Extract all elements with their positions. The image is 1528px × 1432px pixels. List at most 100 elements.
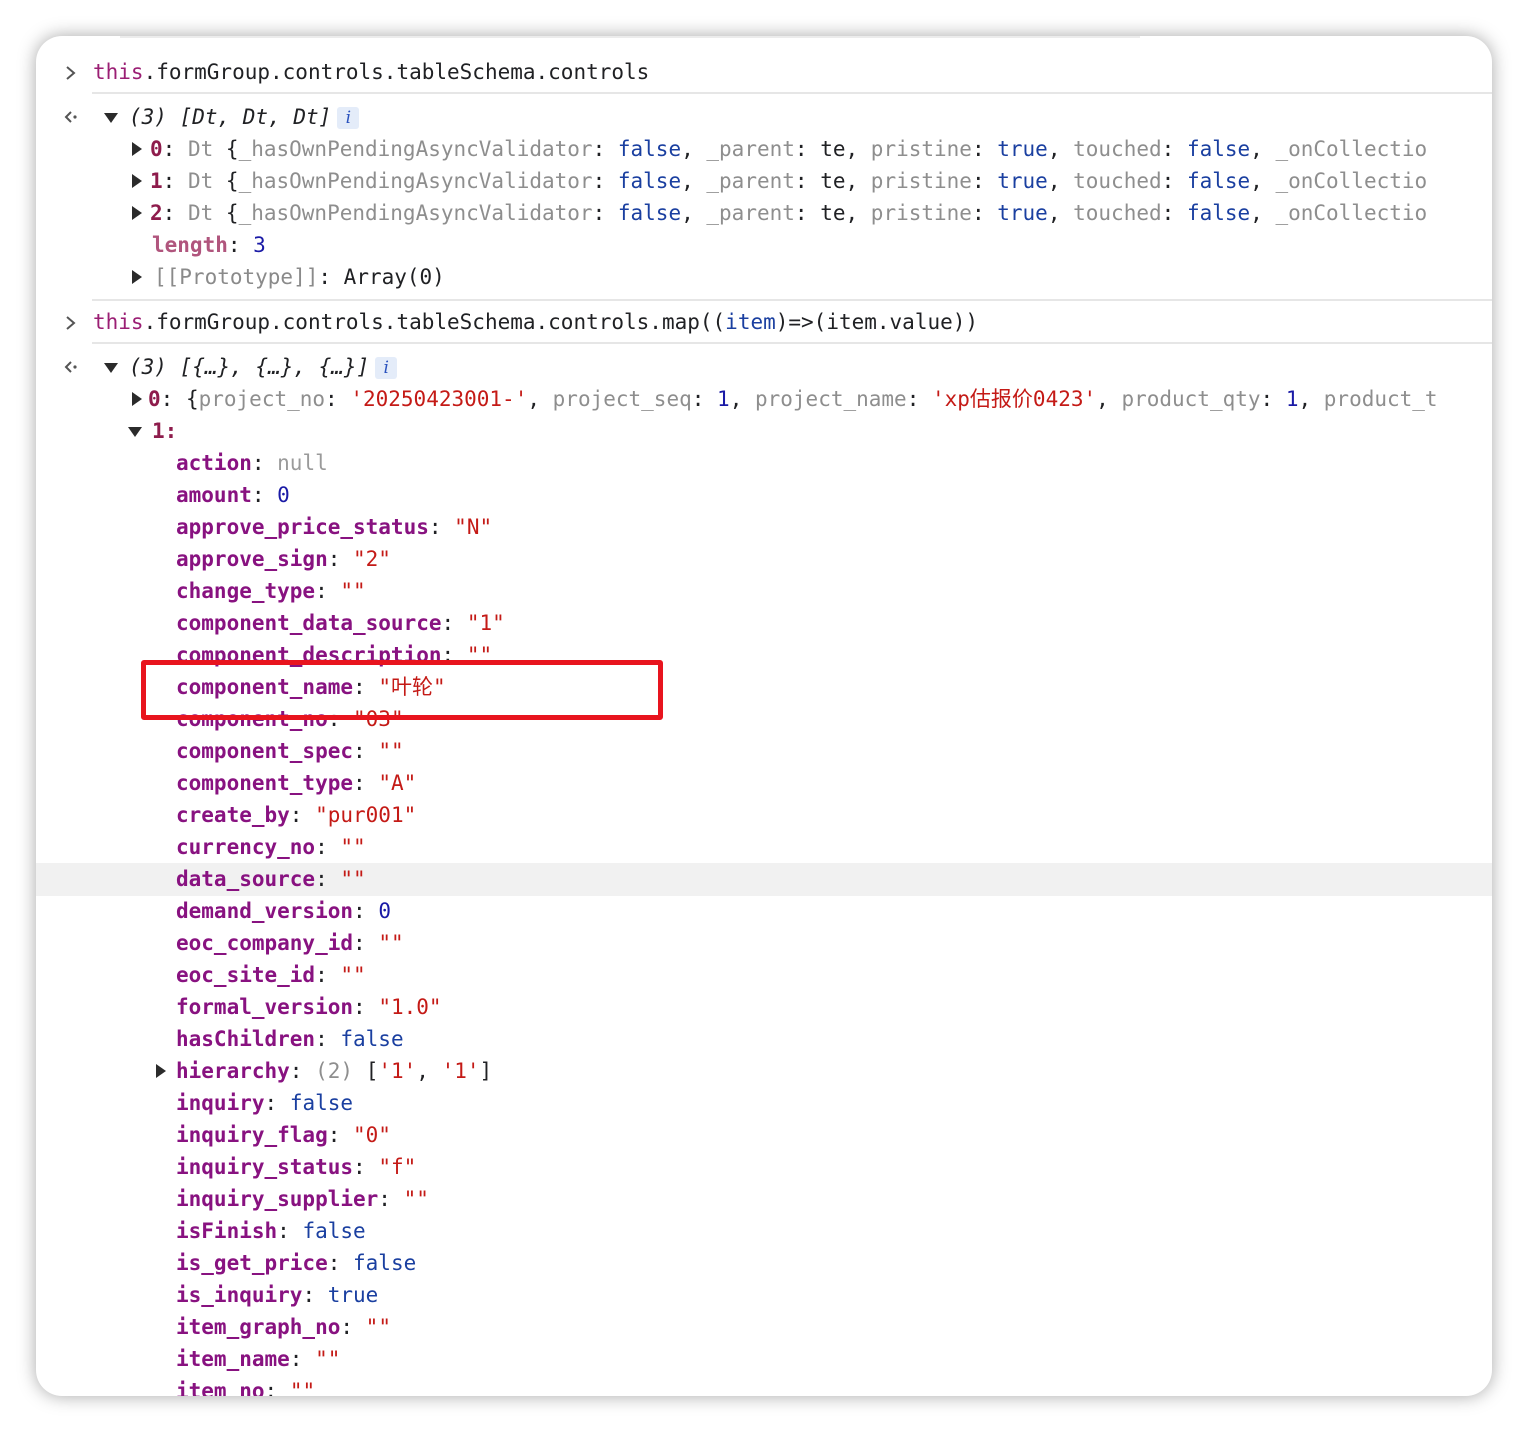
result-1-row-1[interactable]: 1: Dt {_hasOwnPendingAsyncValidator: fal… [36, 165, 1492, 197]
prop-value: te [820, 169, 846, 193]
prompt-chevron-icon [66, 316, 76, 330]
property-row-demand-version[interactable]: demand_version: 0 [36, 895, 1492, 927]
property-key: amount [176, 483, 252, 507]
property-row-eoc-site-id[interactable]: eoc_site_id: "" [36, 959, 1492, 991]
property-row-hierarchy[interactable]: hierarchy: (2) ['1', '1'] [36, 1055, 1492, 1087]
expand-triangle-icon[interactable] [132, 174, 142, 188]
separator [92, 342, 1492, 344]
separator [92, 299, 1492, 301]
property-value: "f" [378, 1155, 417, 1179]
console-input-line-2[interactable]: this.formGroup.controls.tableSchema.cont… [36, 306, 1492, 338]
prop-key: touched [1073, 137, 1162, 161]
prop-key: _parent [706, 169, 795, 193]
prop-key: project_name [754, 387, 907, 411]
property-value: "N" [454, 515, 493, 539]
property-value: "" [340, 963, 366, 987]
prop-value: 1 [1285, 387, 1299, 411]
brace: { [225, 169, 239, 193]
prop-key: pristine [870, 201, 972, 225]
property-value: "" [378, 739, 404, 763]
result-2-summary[interactable]: (3) [{…}, {…}, {…}] i [36, 351, 1492, 383]
property-key: is_get_price [176, 1251, 328, 1275]
property-row-inquiry-flag[interactable]: inquiry_flag: "0" [36, 1119, 1492, 1151]
property-key: item_no [176, 1379, 265, 1396]
row-index: 1 [152, 419, 165, 443]
property-value: "0" [353, 1123, 391, 1147]
property-row-inquiry-supplier[interactable]: inquiry_supplier: "" [36, 1183, 1492, 1215]
property-row-item-graph-no[interactable]: item_graph_no: "" [36, 1311, 1492, 1343]
separator [92, 92, 1492, 94]
property-row-isFinish[interactable]: isFinish: false [36, 1215, 1492, 1247]
expand-triangle-icon[interactable] [156, 1064, 166, 1078]
property-row-eoc-company-id[interactable]: eoc_company_id: "" [36, 927, 1492, 959]
collapse-triangle-icon[interactable] [104, 363, 118, 373]
result-1-summary[interactable]: (3) [Dt, Dt, Dt] i [36, 101, 1492, 133]
prop-value: false [1186, 201, 1251, 225]
property-row-component-data-source[interactable]: component_data_source: "1" [36, 607, 1492, 639]
property-row-is-inquiry[interactable]: is_inquiry: true [36, 1279, 1492, 1311]
property-row-amount[interactable]: amount: 0 [36, 479, 1492, 511]
prop-key: _parent [706, 201, 795, 225]
property-row-inquiry-status[interactable]: inquiry_status: "f" [36, 1151, 1492, 1183]
property-row-data-source[interactable]: data_source: "" [36, 863, 1492, 895]
prop-key: touched [1073, 201, 1162, 225]
expand-triangle-icon[interactable] [132, 270, 142, 284]
property-row-component-spec[interactable]: component_spec: "" [36, 735, 1492, 767]
property-row-action[interactable]: action: null [36, 447, 1492, 479]
expand-triangle-icon[interactable] [132, 142, 142, 156]
property-key: component_spec [176, 739, 354, 763]
property-key: inquiry_supplier [176, 1187, 379, 1211]
brace: { [225, 137, 239, 161]
property-value: false [340, 1027, 404, 1051]
property-value: "1" [466, 611, 505, 635]
length-key: length [152, 233, 228, 257]
property-key: inquiry_status [176, 1155, 354, 1179]
property-row-approve-price-status[interactable]: approve_price_status: "N" [36, 511, 1492, 543]
property-key: component_data_source [176, 611, 442, 635]
array-summary: (3) [Dt, Dt, Dt] [129, 105, 332, 129]
expand-triangle-icon[interactable] [132, 392, 142, 406]
property-key: hierarchy [176, 1059, 290, 1083]
property-value: false [289, 1091, 354, 1115]
expand-triangle-icon[interactable] [132, 206, 142, 220]
info-icon[interactable]: i [337, 107, 360, 129]
property-row-is-get-price[interactable]: is_get_price: false [36, 1247, 1492, 1279]
property-value: 0 [277, 483, 290, 507]
property-value: ['1', '1'] [365, 1059, 493, 1083]
property-value: "" [365, 1315, 391, 1339]
property-row-item-name[interactable]: item_name: "" [36, 1343, 1492, 1375]
property-row-approve-sign[interactable]: approve_sign: "2" [36, 543, 1492, 575]
prop-value: 'xp估报价0423' [932, 387, 1097, 411]
result-1-prototype[interactable]: [[Prototype]]: Array(0) [36, 261, 1492, 293]
property-row-change-type[interactable]: change_type: "" [36, 575, 1492, 607]
property-row-inquiry[interactable]: inquiry: false [36, 1087, 1492, 1119]
property-key: currency_no [176, 835, 316, 859]
result-1-row-2[interactable]: 2: Dt {_hasOwnPendingAsyncValidator: fal… [36, 197, 1492, 229]
property-row-hasChildren[interactable]: hasChildren: false [36, 1023, 1492, 1055]
property-value: false [353, 1251, 417, 1275]
prop-key: pristine [870, 137, 972, 161]
row-index: 0 [150, 137, 163, 161]
result-2-row-0[interactable]: 0: {project_no: '20250423001-', project_… [36, 383, 1492, 415]
result-1-length: length: 3 [152, 233, 266, 257]
prop-value: '20250423001-' [350, 387, 528, 411]
info-icon[interactable]: i [375, 357, 398, 379]
property-row-currency-no[interactable]: currency_no: "" [36, 831, 1492, 863]
result-2-row-1-header[interactable]: 1: [36, 415, 1492, 447]
prop-value: false [617, 169, 682, 193]
collapse-triangle-icon[interactable] [104, 113, 118, 123]
command-expression-tail: )=>(item.value)) [775, 310, 979, 334]
array-count: (2) [315, 1059, 354, 1083]
prop-value: true [997, 169, 1048, 193]
property-row-item-no[interactable]: item_no: "" [36, 1375, 1492, 1396]
property-row-component-type[interactable]: component_type: "A" [36, 767, 1492, 799]
property-value: 0 [378, 899, 391, 923]
prop-value: te [820, 201, 846, 225]
collapse-triangle-icon[interactable] [128, 427, 142, 437]
console-input-line-1[interactable]: this.formGroup.controls.tableSchema.cont… [36, 56, 1492, 88]
property-row-formal-version[interactable]: formal_version: "1.0" [36, 991, 1492, 1023]
result-1-row-0[interactable]: 0: Dt {_hasOwnPendingAsyncValidator: fal… [36, 133, 1492, 165]
devtools-console-window: this.formGroup.controls.tableSchema.cont… [36, 36, 1492, 1396]
property-row-create-by[interactable]: create_by: "pur001" [36, 799, 1492, 831]
brace: { [185, 387, 199, 411]
